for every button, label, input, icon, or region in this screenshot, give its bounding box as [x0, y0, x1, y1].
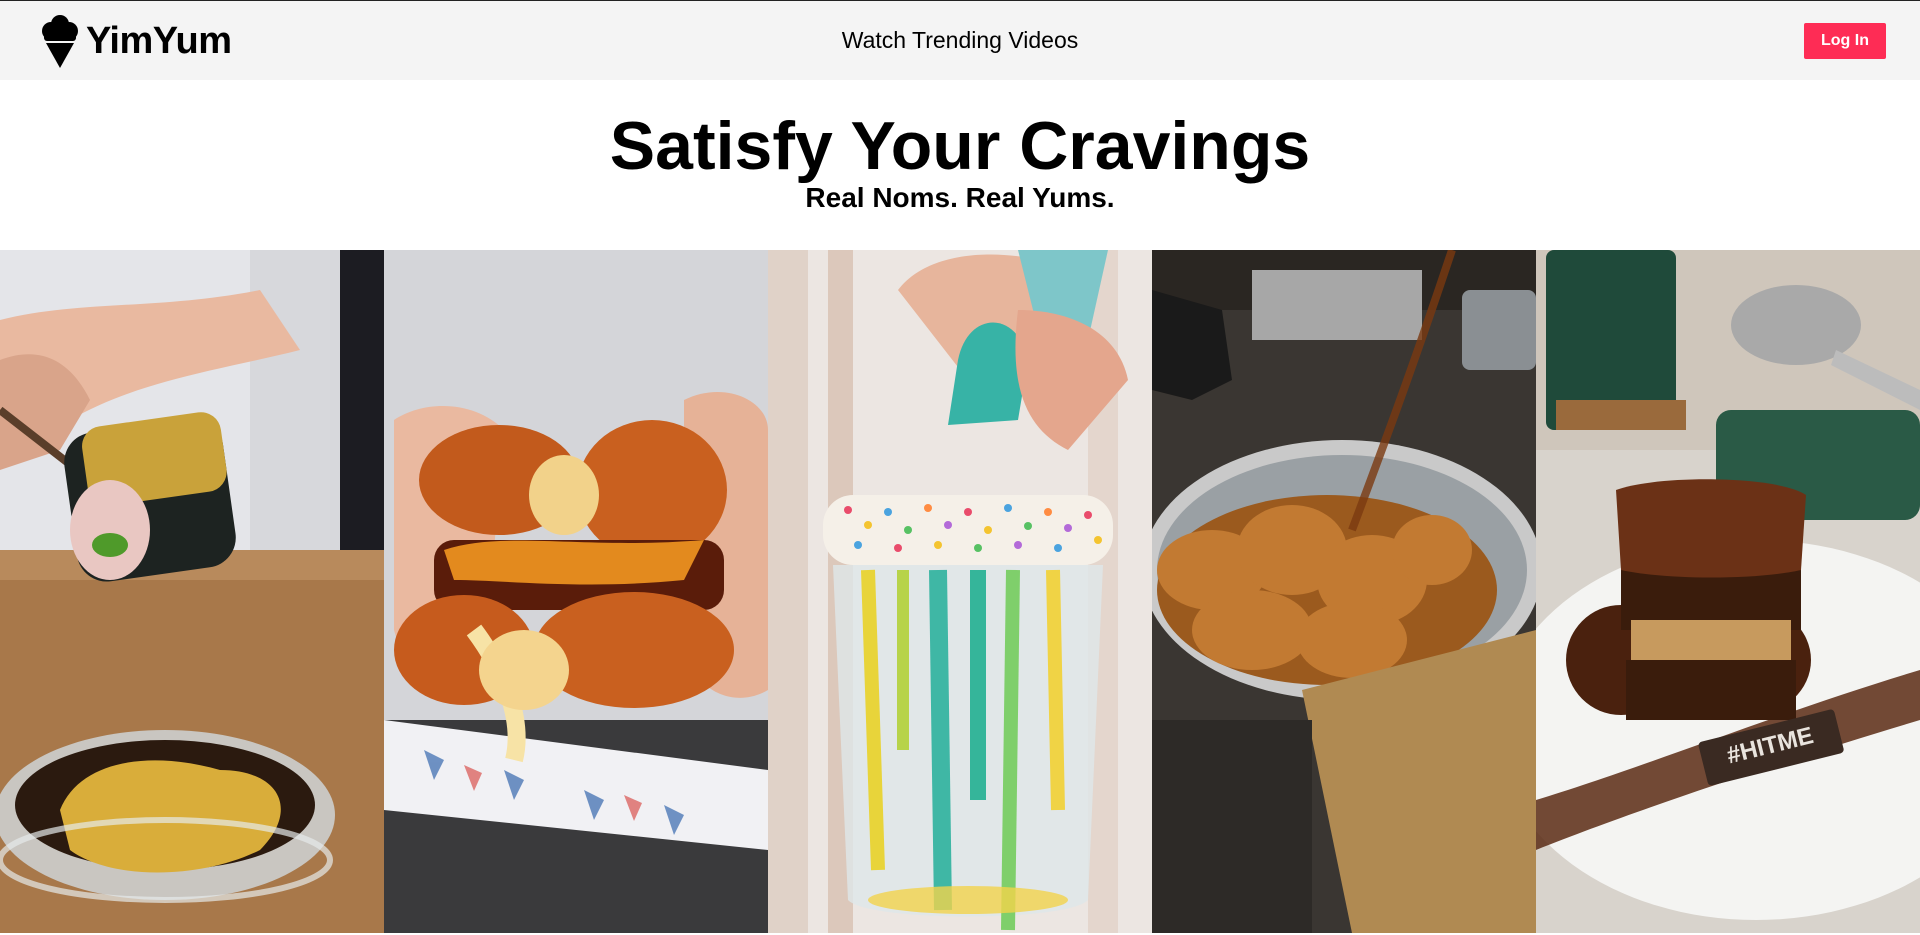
- gold-sushi-image: [0, 250, 384, 933]
- chocolate-cake-image: #HITME: [1536, 250, 1920, 933]
- video-thumbnail-gold-sushi[interactable]: [0, 250, 384, 933]
- hero-title: Satisfy Your Cravings: [609, 108, 1311, 184]
- nav-link-container: Watch Trending Videos: [0, 27, 1920, 54]
- rainbow-jar-image: [768, 250, 1152, 933]
- video-thumbnail-rainbow-jar[interactable]: [768, 250, 1152, 933]
- top-navigation-bar: YimYum Watch Trending Videos Log In: [0, 0, 1920, 80]
- brand-logo[interactable]: YimYum: [40, 13, 232, 69]
- video-thumbnail-fried-chicken[interactable]: [1152, 250, 1536, 933]
- hero-subtitle: Real Noms. Real Yums.: [805, 182, 1115, 214]
- fried-chicken-image: [1152, 250, 1536, 933]
- ice-cream-cone-icon: [42, 15, 78, 68]
- brand-name: YimYum: [86, 19, 232, 62]
- login-button[interactable]: Log In: [1804, 23, 1886, 59]
- watch-trending-videos-link[interactable]: Watch Trending Videos: [842, 27, 1079, 53]
- video-thumbnail-cheese-burger[interactable]: [384, 250, 768, 933]
- video-gallery: #HITME: [0, 250, 1920, 933]
- cheese-burger-image: [384, 250, 768, 933]
- video-thumbnail-chocolate-cake[interactable]: #HITME: [1536, 250, 1920, 933]
- hero-section: Satisfy Your Cravings Real Noms. Real Yu…: [0, 80, 1920, 250]
